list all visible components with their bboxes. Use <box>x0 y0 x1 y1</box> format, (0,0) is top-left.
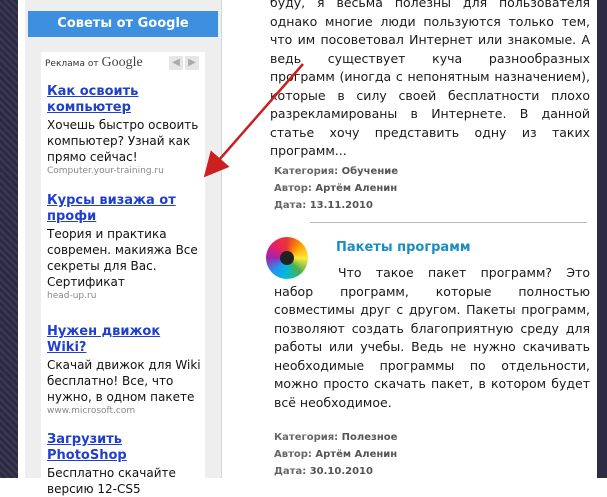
ad-item: Нужен движок Wiki? Скачай движок для Wik… <box>47 324 203 418</box>
post-divider <box>310 222 587 223</box>
post-author: Автор: Артём Аленин <box>274 446 397 463</box>
date-label: Дата: <box>274 200 307 211</box>
ad-item: Как освоить компьютер Хочешь быстро осво… <box>47 84 203 178</box>
post-category: Категория: Полезное <box>274 429 397 446</box>
ads-by-text: Реклама от <box>45 59 99 69</box>
post-author: Автор: Артём Аленин <box>274 180 398 197</box>
ads-by-google-label[interactable]: Реклама от Google <box>45 54 143 73</box>
ad-title-link[interactable]: Нужен движок Wiki? <box>47 324 203 356</box>
author-label: Автор: <box>274 183 312 194</box>
ad-description: Хочешь быстро освоить компьютер? Узнай к… <box>47 118 199 164</box>
post-date: Дата: 13.11.2010 <box>274 197 398 214</box>
author-label: Автор: <box>274 449 312 460</box>
date-label: Дата: <box>274 466 307 477</box>
ad-item: Курсы визажа от профи Теория и практика … <box>47 193 203 303</box>
ad-url[interactable]: www.microsoft.com <box>47 405 203 418</box>
category-label: Категория: <box>274 166 339 177</box>
ad-title-link[interactable]: Курсы визажа от профи <box>47 193 203 225</box>
sidebar-header: Советы от Google <box>28 11 218 37</box>
post-excerpt: буду, я весьма полезны для пользователя … <box>270 0 590 161</box>
ad-url[interactable]: Computer.your-training.ru <box>47 165 203 178</box>
frame-edge <box>597 0 602 478</box>
date-value: 13.11.2010 <box>309 200 373 211</box>
ad-next-button[interactable]: ▶ <box>185 56 199 70</box>
post-date: Дата: 30.10.2010 <box>274 463 397 480</box>
author-value: Артём Аленин <box>315 449 398 460</box>
date-value: 30.10.2010 <box>309 466 373 477</box>
browser-page: Советы от Google Реклама от Google ◀ ▶ К… <box>18 0 602 496</box>
ad-title-link[interactable]: Как освоить компьютер <box>47 84 203 116</box>
ad-description: Бесплатно скачайте версию 12-CS5 <box>47 466 176 496</box>
ad-item: Загрузить PhotoShop Бесплатно скачайте в… <box>47 432 203 497</box>
ad-navigation: ◀ ▶ <box>169 56 199 70</box>
sidebar: Советы от Google Реклама от Google ◀ ▶ К… <box>25 0 222 496</box>
post-text: Что такое пакет программ? Это набор прог… <box>274 265 590 410</box>
post-meta: Категория: Полезное Автор: Артём Аленин … <box>274 429 397 480</box>
category-value[interactable]: Полезное <box>342 432 398 443</box>
category-label: Категория: <box>274 432 339 443</box>
google-logo: Google <box>101 55 143 70</box>
ad-description: Теория и практика современ. макияжа Все … <box>47 227 198 289</box>
post-text: буду, я весьма полезны для пользователя … <box>270 0 590 158</box>
main-content: буду, я весьма полезны для пользователя … <box>250 0 590 478</box>
post-category: Категория: Обучение <box>274 163 398 180</box>
ad-url[interactable]: head-up.ru <box>47 290 203 303</box>
google-ads-block: Реклама от Google ◀ ▶ Как освоить компью… <box>41 52 205 496</box>
ad-title-link[interactable]: Загрузить PhotoShop <box>47 432 203 464</box>
post-title-link[interactable]: Пакеты программ <box>336 240 470 255</box>
ad-description: Скачай движок для Wiki бесплатно! Все, ч… <box>47 358 201 404</box>
ad-prev-button[interactable]: ◀ <box>169 56 183 70</box>
category-value[interactable]: Обучение <box>342 166 398 177</box>
author-value: Артём Аленин <box>315 183 398 194</box>
post-excerpt: Что такое пакет программ? Это набор прог… <box>274 264 590 412</box>
post-meta: Категория: Обучение Автор: Артём Аленин … <box>274 163 398 214</box>
